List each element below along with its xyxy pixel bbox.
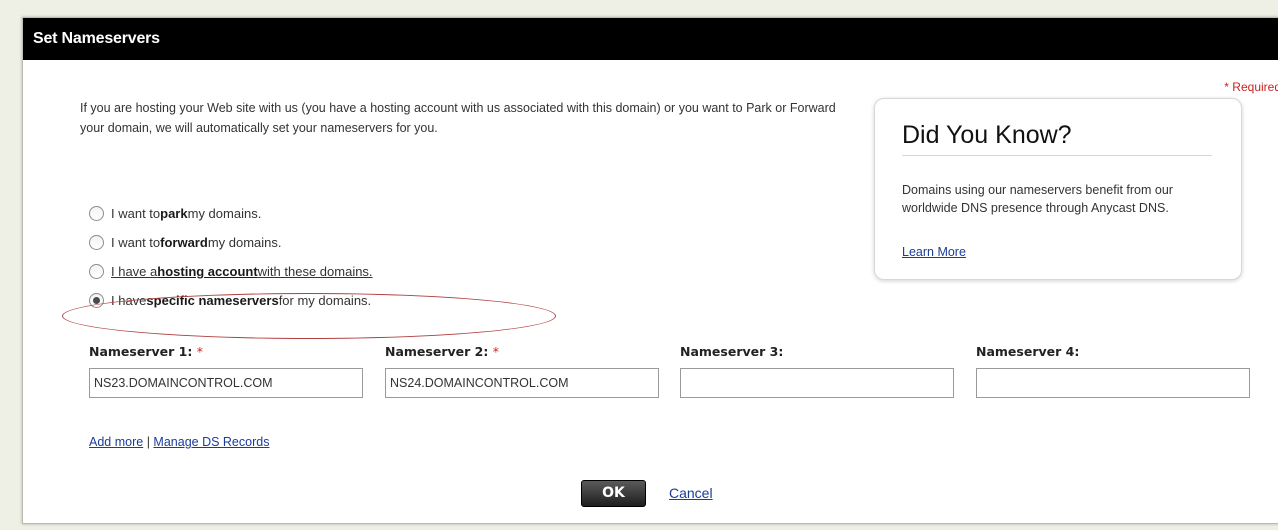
dialog-title: Set Nameservers [23, 18, 1278, 60]
set-nameservers-dialog: Set Nameservers * Required If you are ho… [22, 17, 1278, 524]
option-forward-post: my domains. [207, 235, 282, 250]
nameserver-4-label-text: Nameserver 4: [976, 344, 1080, 359]
nameserver-3-label: Nameserver 3: [680, 344, 783, 359]
did-you-know-divider [902, 155, 1212, 156]
option-park-bold: park [160, 206, 188, 221]
nameserver-1-input[interactable] [89, 368, 363, 398]
option-specific-pre: I have [111, 293, 147, 308]
radio-specific-nameservers[interactable] [89, 293, 104, 308]
option-park[interactable]: I want to park my domains. [89, 201, 373, 226]
option-hosting-post: with these domains. [257, 264, 373, 279]
links-separator: | [146, 435, 150, 449]
nameserver-1-required: * [196, 344, 203, 359]
option-specific-post: for my domains. [278, 293, 372, 308]
required-note: * Required [1224, 80, 1278, 94]
radio-park[interactable] [89, 206, 104, 221]
ok-button[interactable]: OK [581, 480, 646, 507]
nameserver-links: Add more | Manage DS Records [89, 435, 269, 449]
nameserver-1-label-text: Nameserver 1: [89, 344, 193, 359]
nameserver-2-label: Nameserver 2: * [385, 344, 499, 359]
add-more-link[interactable]: Add more [89, 435, 143, 449]
nameserver-2-label-text: Nameserver 2: [385, 344, 489, 359]
nameserver-2-required: * [492, 344, 499, 359]
nameserver-2-input[interactable] [385, 368, 659, 398]
nameserver-3-input[interactable] [680, 368, 954, 398]
option-park-pre: I want to [111, 206, 161, 221]
option-forward[interactable]: I want to forward my domains. [89, 230, 373, 255]
did-you-know-title: Did You Know? [902, 121, 1072, 149]
nameserver-3-label-text: Nameserver 3: [680, 344, 784, 359]
option-forward-bold: forward [160, 235, 208, 250]
option-forward-pre: I want to [111, 235, 161, 250]
did-you-know-body: Domains using our nameservers benefit fr… [902, 183, 1173, 215]
manage-ds-records-link[interactable]: Manage DS Records [153, 435, 269, 449]
option-hosting-bold: hosting account [157, 264, 258, 279]
learn-more-link[interactable]: Learn More [902, 245, 966, 259]
nameserver-4-input[interactable] [976, 368, 1250, 398]
option-hosting[interactable]: I have a hosting account with these doma… [89, 259, 373, 284]
option-specific-nameservers[interactable]: I have specific nameservers for my domai… [89, 288, 373, 313]
did-you-know-box: Did You Know? Domains using our nameserv… [874, 98, 1242, 280]
option-hosting-pre: I have a [111, 264, 158, 279]
nameserver-4-label: Nameserver 4: [976, 344, 1079, 359]
nameserver-options: I want to park my domains. I want to for… [89, 201, 373, 317]
cancel-link[interactable]: Cancel [669, 485, 713, 501]
radio-forward[interactable] [89, 235, 104, 250]
nameserver-1-label: Nameserver 1: * [89, 344, 203, 359]
option-specific-bold: specific nameservers [146, 293, 279, 308]
intro-text: If you are hosting your Web site with us… [80, 101, 836, 135]
radio-hosting[interactable] [89, 264, 104, 279]
option-park-post: my domains. [187, 206, 262, 221]
